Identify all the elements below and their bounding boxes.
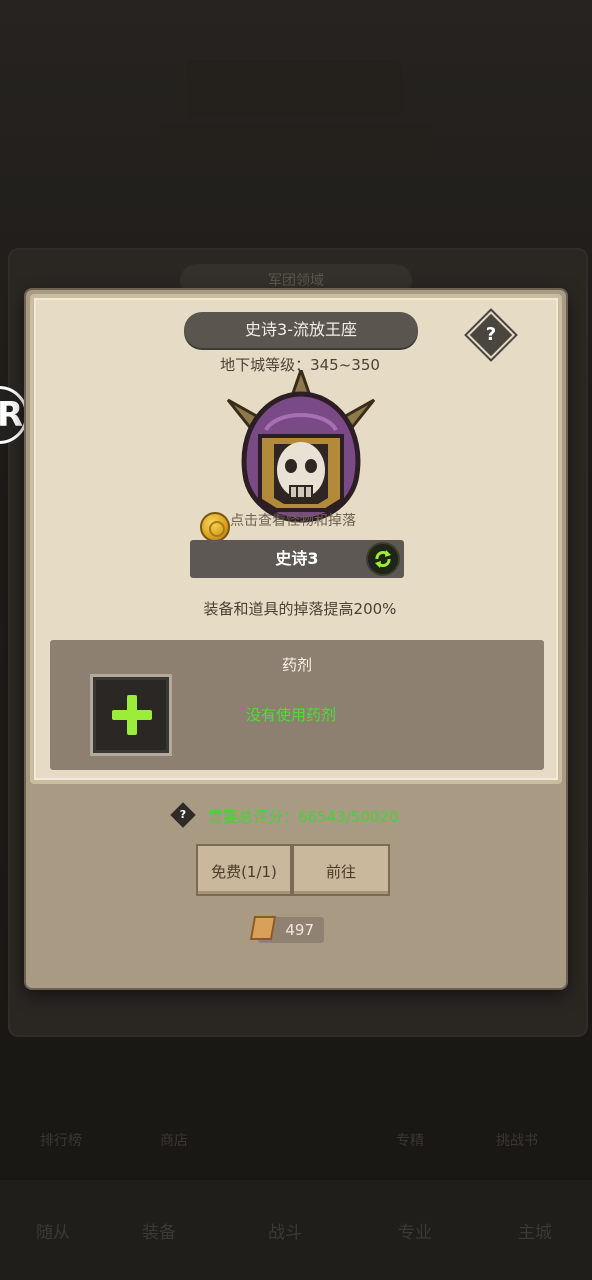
boss-helmet-icon[interactable] <box>226 370 376 525</box>
monster-drop-hint[interactable]: 点击查看怪物和掉落 <box>230 510 356 530</box>
potion-status: 没有使用药剂 <box>246 706 337 724</box>
coin-icon <box>200 512 230 542</box>
nav-item-battle: 战斗 <box>268 1223 302 1243</box>
scroll-count-value: 497 <box>285 921 314 939</box>
help-button[interactable]: ? <box>466 310 516 360</box>
sub-nav-challenge: 挑战书 <box>496 1133 538 1149</box>
score-help-button[interactable]: ? <box>170 802 196 828</box>
drop-bonus-text: 装备和道具的掉落提高200% <box>203 600 397 618</box>
add-potion-button[interactable] <box>90 674 172 756</box>
potion-title: 药剂 <box>281 656 312 674</box>
required-score: ? 需要总评分：66543/50020 <box>170 802 399 828</box>
required-score-text: 需要总评分：66543/50020 <box>208 808 399 826</box>
difficulty-label: 史诗3 <box>275 549 319 568</box>
bg-bottom-nav: 随从 装备 战斗 专业 主城 <box>0 1180 592 1280</box>
dungeon-card: 史诗3-流放王座 ? 地下城等级：345~350 点击查看怪物和掉落 史诗3 装… <box>30 294 562 784</box>
switch-difficulty-button[interactable] <box>368 544 398 574</box>
go-button[interactable]: 前往 <box>292 844 390 896</box>
difficulty-selector[interactable]: 史诗3 <box>190 540 404 578</box>
nav-item-followers: 随从 <box>36 1223 70 1243</box>
plus-icon-bar <box>112 710 152 720</box>
sub-nav-mastery: 专精 <box>396 1133 424 1149</box>
refresh-icon <box>375 550 391 568</box>
action-buttons: 免费(1/1) 前往 <box>196 842 394 898</box>
question-icon: ? <box>485 324 497 345</box>
bg-top-banner <box>186 60 402 118</box>
nav-item-equipment: 装备 <box>142 1223 176 1243</box>
nav-item-profession: 专业 <box>398 1223 432 1243</box>
sub-nav-shop: 商店 <box>160 1133 188 1149</box>
dungeon-modal: 史诗3-流放王座 ? 地下城等级：345~350 点击查看怪物和掉落 史诗3 装… <box>26 290 566 988</box>
nav-item-city: 主城 <box>518 1223 552 1243</box>
scroll-count-badge: 497 <box>249 916 324 943</box>
scroll-icon <box>249 916 277 940</box>
sub-nav-ranking: 排行榜 <box>40 1133 82 1149</box>
bg-info-strip <box>160 124 430 170</box>
dungeon-title: 史诗3-流放王座 <box>184 312 418 348</box>
potion-panel: 药剂 没有使用药剂 <box>50 640 544 770</box>
free-entry-button[interactable]: 免费(1/1) <box>196 844 292 896</box>
question-icon: ? <box>179 808 187 821</box>
